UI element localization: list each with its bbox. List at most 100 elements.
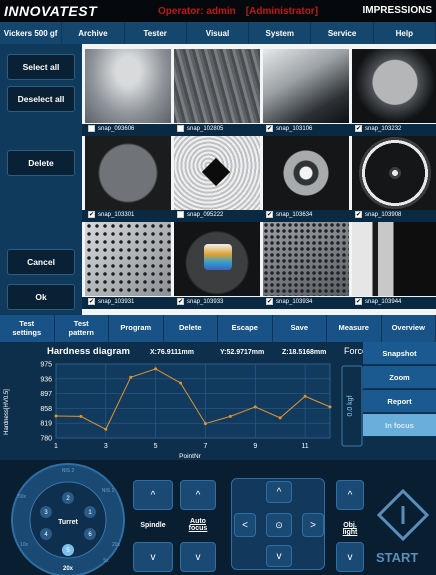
- menu-visual[interactable]: Visual: [187, 22, 250, 44]
- stage-left-button[interactable]: <: [234, 513, 256, 537]
- snapshot-thumbnail[interactable]: [352, 49, 436, 123]
- snapshot-checkbox[interactable]: ✔: [355, 211, 362, 218]
- snapshot-checkbox[interactable]: [177, 211, 184, 218]
- object-light-button[interactable]: Obj. light: [332, 522, 368, 536]
- snapshot-thumbnail[interactable]: [85, 222, 171, 296]
- snapshot-caption[interactable]: ✔ snap_103232: [355, 125, 401, 132]
- tab-test-settings[interactable]: Test settings: [0, 315, 55, 342]
- brand-logo: INNOVATEST: [4, 3, 98, 19]
- snapshot-checkbox[interactable]: ✔: [88, 298, 95, 305]
- z-coordinate: Z:18.5168mm: [282, 349, 326, 356]
- hardness-data-point: [79, 414, 83, 418]
- turret-dial[interactable]: NIS 2 NIS 1 20x 10x 50x 5x 2 1 3 4 6 5 T…: [8, 462, 128, 575]
- snapshot-caption[interactable]: ✔ snap_103934: [266, 298, 312, 305]
- snapshot-thumbnail[interactable]: [174, 49, 260, 123]
- hardness-data-point: [154, 367, 158, 371]
- app-window: INNOVATEST Operator: admin [Administrato…: [0, 0, 436, 575]
- tab-escape[interactable]: Escape: [218, 315, 273, 342]
- ring-label: NIS 2: [62, 468, 75, 474]
- hardness-data-point: [328, 405, 332, 409]
- snapshot-thumbnail[interactable]: [85, 136, 171, 210]
- report-button[interactable]: Report: [363, 390, 436, 413]
- select-all-button[interactable]: Select all: [7, 54, 75, 80]
- snapshot-caption[interactable]: ✔ snap_103301: [88, 211, 134, 218]
- y-tick-label: 936: [40, 376, 52, 383]
- hardness-data-point: [278, 416, 282, 420]
- menu-help[interactable]: Help: [374, 22, 436, 44]
- snapshot-checkbox[interactable]: ✔: [355, 298, 362, 305]
- x-tick-label: 7: [204, 443, 208, 450]
- tab-test-pattern[interactable]: Test pattern: [55, 315, 109, 342]
- stage-center-icon[interactable]: ⊙: [266, 513, 292, 537]
- snapshot-caption[interactable]: ✔ snap_103634: [266, 211, 312, 218]
- hardness-data-point: [104, 427, 108, 431]
- operator-label: Operator: admin: [158, 5, 236, 17]
- main-menu: Vickers 500 gf Archive Tester Visual Sys…: [0, 22, 436, 44]
- delete-button[interactable]: Delete: [7, 150, 75, 176]
- snapshot-caption[interactable]: ✔ snap_103106: [266, 125, 312, 132]
- tab-save[interactable]: Save: [273, 315, 327, 342]
- snapshot-checkbox[interactable]: ✔: [88, 211, 95, 218]
- snapshot-button[interactable]: Snapshot: [363, 342, 436, 365]
- snapshot-checkbox[interactable]: ✔: [266, 298, 273, 305]
- ok-button[interactable]: Ok: [7, 284, 75, 310]
- menu-service[interactable]: Service: [311, 22, 374, 44]
- hardness-data-point: [203, 422, 207, 426]
- hardness-data-point: [54, 414, 58, 418]
- tab-program[interactable]: Program: [109, 315, 164, 342]
- cancel-button[interactable]: Cancel: [7, 249, 75, 275]
- autofocus-button[interactable]: Auto focus: [180, 518, 216, 532]
- snapshot-thumbnail[interactable]: [352, 136, 436, 210]
- snapshot-caption[interactable]: snap_095222: [177, 211, 223, 218]
- stage-up-button[interactable]: ^: [266, 481, 292, 503]
- hardness-data-point: [179, 381, 183, 385]
- menu-archive[interactable]: Archive: [62, 22, 125, 44]
- snapshot-caption[interactable]: ✔ snap_103931: [88, 298, 134, 305]
- start-icon[interactable]: [374, 486, 434, 546]
- snapshot-caption[interactable]: snap_102805: [177, 125, 223, 132]
- ring-label: NIS 1: [102, 488, 115, 494]
- stage-down-button[interactable]: v: [266, 545, 292, 567]
- snapshot-checkbox[interactable]: ✔: [266, 125, 273, 132]
- x-coordinate: X:76.9111mm: [150, 349, 194, 356]
- menu-tester[interactable]: Tester: [125, 22, 187, 44]
- tab-measure[interactable]: Measure: [327, 315, 382, 342]
- start-button[interactable]: START: [376, 550, 418, 565]
- tab-overview[interactable]: Overview: [382, 315, 436, 342]
- autofocus-up-button[interactable]: ^: [180, 480, 216, 510]
- snapshot-checkbox[interactable]: ✔: [266, 211, 273, 218]
- menu-system[interactable]: System: [249, 22, 312, 44]
- snapshot-caption[interactable]: ✔ snap_103933: [177, 298, 223, 305]
- menu-vickers[interactable]: Vickers 500 gf: [0, 22, 63, 44]
- snapshot-thumbnail[interactable]: [174, 222, 260, 296]
- snapshot-checkbox[interactable]: [177, 125, 184, 132]
- snapshot-caption[interactable]: ✔ snap_103908: [355, 211, 401, 218]
- autofocus-down-button[interactable]: v: [180, 542, 216, 572]
- snapshot-thumbnail[interactable]: [263, 222, 349, 296]
- in-focus-button[interactable]: In focus: [363, 414, 436, 437]
- x-tick-label: 11: [301, 443, 308, 450]
- light-down-button[interactable]: v: [336, 542, 364, 572]
- snapshot-thumbnail[interactable]: [85, 49, 171, 123]
- snapshot-caption[interactable]: ✔ snap_103944: [355, 298, 401, 305]
- snapshot-checkbox[interactable]: ✔: [177, 298, 184, 305]
- snapshot-caption[interactable]: snap_093606: [88, 125, 134, 132]
- spindle-label: Spindle: [140, 522, 166, 529]
- stage-right-button[interactable]: >: [302, 513, 324, 537]
- spindle-down-button[interactable]: v: [133, 542, 173, 572]
- deselect-all-button[interactable]: Deselect all: [7, 86, 75, 112]
- snapshot-thumbnail[interactable]: [263, 136, 349, 210]
- spindle-up-button[interactable]: ^: [133, 480, 173, 510]
- snapshot-checkbox[interactable]: ✔: [355, 125, 362, 132]
- snapshot-checkbox[interactable]: [88, 125, 95, 132]
- action-tab-bar: Test settings Test pattern Program Delete …: [0, 315, 436, 342]
- tab-delete[interactable]: Delete: [164, 315, 218, 342]
- snapshot-thumbnail[interactable]: [352, 222, 436, 296]
- light-up-button[interactable]: ^: [336, 480, 364, 510]
- zoom-button[interactable]: Zoom: [363, 366, 436, 389]
- snapshot-thumbnail[interactable]: [174, 136, 260, 210]
- ring-label: 5x: [103, 558, 109, 564]
- y-coordinate: Y:52.9717mm: [220, 349, 264, 356]
- snapshot-thumbnail[interactable]: [263, 49, 349, 123]
- y-axis-label: Hardness[HV0.5]: [4, 389, 10, 435]
